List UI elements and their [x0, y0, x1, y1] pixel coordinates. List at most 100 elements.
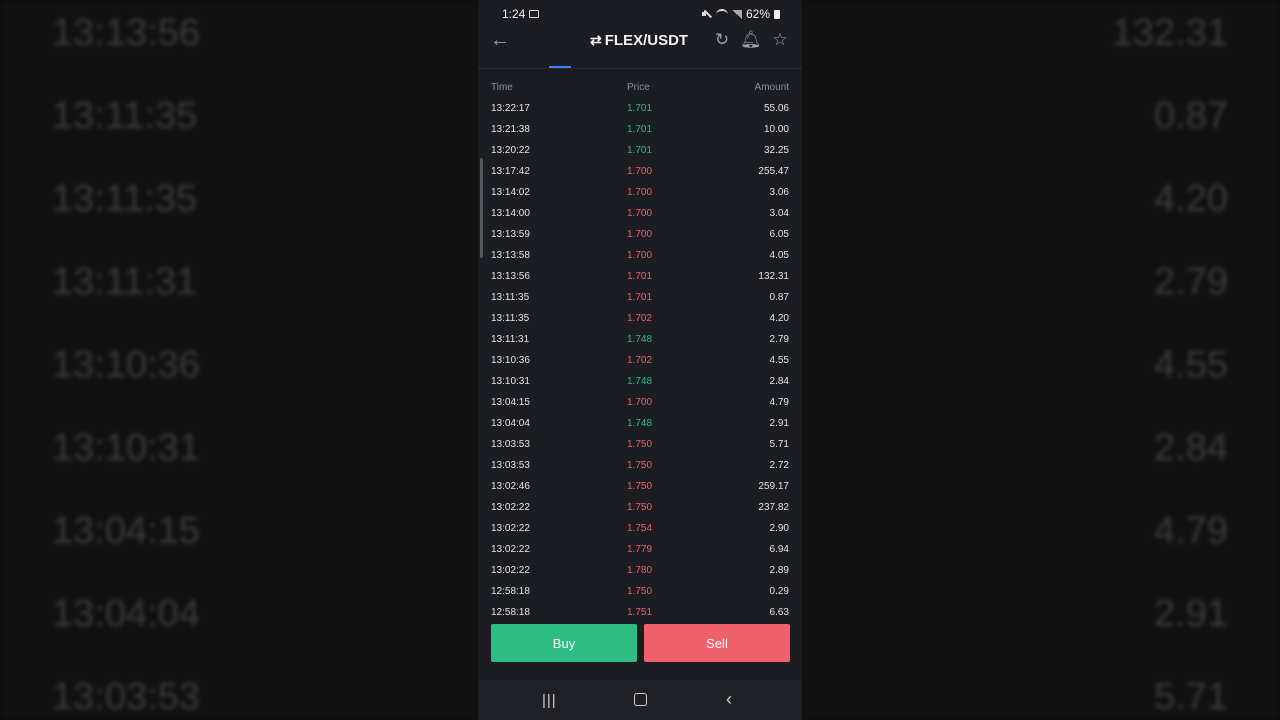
mute-icon — [701, 9, 712, 19]
trade-amount: 5.71 — [769, 439, 789, 450]
trade-amount: 3.04 — [769, 208, 789, 219]
home-icon[interactable] — [634, 693, 647, 706]
back-nav-icon[interactable]: ‹ — [726, 689, 732, 710]
phone-screen: 1:24 62% ← ⇄ FLEX/USDT ↻ 🔔︎ ☆ Time Price… — [478, 0, 802, 720]
trade-time: 13:11:31 — [491, 334, 530, 345]
trade-time: 13:13:56 — [491, 271, 530, 282]
trade-price: 1.779 — [627, 544, 653, 555]
trade-time: 13:11:35 — [491, 292, 530, 303]
trade-amount: 6.05 — [769, 229, 789, 240]
trade-amount: 6.94 — [769, 544, 789, 555]
trade-row: 13:13:59 1.700 6.05 — [491, 224, 789, 245]
trade-time: 13:10:31 — [491, 376, 530, 387]
trade-time: 13:14:02 — [491, 187, 530, 198]
action-bar: Buy Sell — [478, 616, 802, 678]
trade-price: 1.750 — [627, 460, 653, 471]
arrow-left-icon[interactable]: ← — [490, 30, 510, 50]
trade-price: 1.702 — [627, 355, 653, 366]
scrollbar[interactable] — [480, 158, 483, 258]
trade-amount: 259.17 — [758, 481, 789, 492]
column-header-time: Time — [491, 82, 513, 93]
trade-price: 1.700 — [627, 166, 653, 177]
trades-list[interactable]: 13:22:17 1.701 55.06 13:21:38 1.701 10.00 13:2… — [491, 98, 789, 616]
status-time: 1:24 — [502, 7, 526, 21]
battery-percent: 62% — [745, 7, 770, 21]
refresh-icon[interactable]: ↻ — [712, 30, 732, 50]
trade-time: 13:04:15 — [491, 397, 530, 408]
trades-header: Time Price Amount — [491, 82, 789, 96]
trade-price: 1.748 — [627, 418, 653, 429]
star-icon[interactable]: ☆ — [770, 30, 790, 50]
trade-time: 13:14:00 — [491, 208, 530, 219]
trade-amount: 55.06 — [763, 103, 789, 114]
background-time-text: 13:03:53 — [52, 676, 200, 718]
trade-time: 13:13:59 — [491, 229, 530, 240]
trade-time: 13:02:22 — [491, 544, 530, 555]
trade-amount: 2.72 — [769, 460, 789, 471]
trade-amount: 6.63 — [769, 607, 789, 616]
trade-time: 13:02:22 — [491, 502, 530, 513]
trade-time: 13:04:04 — [491, 418, 530, 429]
trade-row: 13:17:42 1.700 255.47 — [491, 161, 789, 182]
trade-row: 12:58:18 1.751 6.63 — [491, 602, 789, 616]
trade-row: 13:14:02 1.700 3.06 — [491, 182, 789, 203]
trade-price: 1.700 — [627, 250, 653, 261]
status-icons: 62% — [701, 7, 780, 21]
trade-time: 12:58:18 — [491, 607, 530, 616]
trade-row: 13:10:31 1.748 2.84 — [491, 371, 789, 392]
trade-row: 13:02:22 1.750 237.82 — [491, 497, 789, 518]
recents-icon[interactable]: ||| — [542, 692, 557, 709]
trade-amount: 132.31 — [758, 271, 789, 282]
trade-row: 13:22:17 1.701 55.06 — [491, 98, 789, 119]
trade-row: 13:14:00 1.700 3.04 — [491, 203, 789, 224]
trade-time: 13:21:38 — [491, 124, 530, 135]
trade-amount: 4.20 — [769, 313, 789, 324]
trade-amount: 32.25 — [763, 145, 789, 156]
sell-button[interactable]: Sell — [644, 624, 790, 662]
trade-row: 13:13:56 1.701 132.31 — [491, 266, 789, 287]
trade-amount: 4.55 — [769, 355, 789, 366]
background-time-text: 13:11:31 — [52, 261, 198, 303]
trade-price: 1.700 — [627, 208, 653, 219]
trade-amount: 237.82 — [758, 502, 789, 513]
trade-price: 1.754 — [627, 523, 653, 534]
screen-record-icon — [529, 10, 539, 18]
trade-price: 1.701 — [627, 271, 653, 282]
trade-row: 13:11:35 1.701 0.87 — [491, 287, 789, 308]
trade-time: 13:22:17 — [491, 103, 530, 114]
background-amount-text: 2.84 — [1154, 427, 1228, 469]
trade-price: 1.780 — [627, 565, 653, 576]
trade-time: 13:02:22 — [491, 565, 530, 576]
trade-time: 13:11:35 — [491, 313, 530, 324]
trade-price: 1.750 — [627, 481, 653, 492]
tab-indicator — [549, 66, 571, 68]
trade-amount: 10.00 — [763, 124, 789, 135]
app-header: ← ⇄ FLEX/USDT ↻ 🔔︎ ☆ — [478, 28, 802, 69]
system-nav-bar: ||| ‹ — [478, 680, 802, 720]
trade-row: 13:02:46 1.750 259.17 — [491, 476, 789, 497]
trade-time: 12:58:18 — [491, 586, 530, 597]
trade-row: 13:20:22 1.701 32.25 — [491, 140, 789, 161]
trade-time: 13:10:36 — [491, 355, 530, 366]
bell-icon[interactable]: 🔔︎ — [740, 30, 762, 50]
trade-price: 1.748 — [627, 334, 653, 345]
background-time-text: 13:10:31 — [52, 427, 200, 469]
trade-amount: 4.05 — [769, 250, 789, 261]
trade-price: 1.701 — [627, 145, 653, 156]
background-amount-text: 4.55 — [1154, 344, 1228, 386]
pair-title: FLEX/USDT — [604, 32, 689, 49]
trade-amount: 0.87 — [769, 292, 789, 303]
trade-price: 1.700 — [627, 229, 653, 240]
trade-amount: 0.29 — [769, 586, 789, 597]
trade-row: 13:10:36 1.702 4.55 — [491, 350, 789, 371]
trade-price: 1.701 — [627, 103, 653, 114]
trade-amount: 2.91 — [769, 418, 789, 429]
trade-row: 13:13:58 1.700 4.05 — [491, 245, 789, 266]
pair-selector[interactable]: ⇄ FLEX/USDT — [590, 32, 688, 49]
trade-price: 1.751 — [627, 607, 653, 616]
background-time-text: 13:11:35 — [52, 95, 198, 137]
buy-button[interactable]: Buy — [491, 624, 637, 662]
trade-amount: 4.79 — [769, 397, 789, 408]
trade-amount: 2.79 — [769, 334, 789, 345]
background-right: 132.31 0.87 4.20 2.79 4.55 2.84 4.79 2.91 5.71 — [802, 0, 1280, 720]
